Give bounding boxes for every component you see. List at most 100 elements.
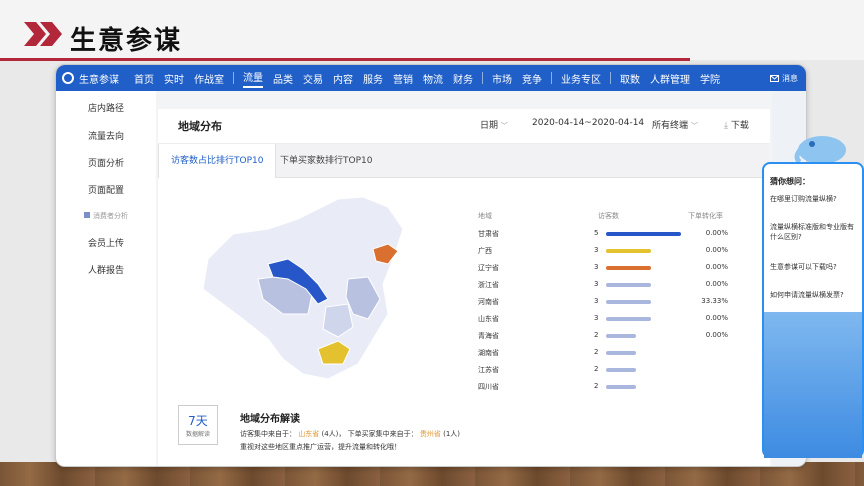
row-visitor-count: 5 <box>594 229 599 237</box>
row-visitor-count: 2 <box>594 331 599 339</box>
panel-title: 地域分布 <box>178 120 222 133</box>
date-selector[interactable]: 日期 ﹀ <box>480 118 508 131</box>
badge-caption: 数据解读 <box>185 431 210 438</box>
nav-item-realtime[interactable]: 实时 <box>164 71 184 86</box>
nav-divider <box>233 72 234 84</box>
row-province: 广西 <box>478 247 492 255</box>
date-label: 日期 <box>480 121 499 131</box>
tab-visitor-top10[interactable]: 访客数占比排行TOP10 <box>158 144 277 178</box>
nav-item-logistics[interactable]: 物流 <box>423 71 443 86</box>
row-visitor-count: 2 <box>594 382 599 390</box>
nav-item-competition[interactable]: 竞争 <box>522 71 542 86</box>
nav-item-service[interactable]: 服务 <box>363 71 383 86</box>
nav-item-marketing[interactable]: 营销 <box>393 71 413 86</box>
row-conversion-rate: 33.33% <box>701 297 728 305</box>
row-visitor-count: 2 <box>594 348 599 356</box>
mail-icon <box>770 74 779 82</box>
row-bar <box>606 283 651 287</box>
sidebar-item-page-analysis[interactable]: 页面分析 <box>56 156 156 169</box>
brand-logo[interactable]: 生意参谋 <box>62 71 119 86</box>
row-bar <box>606 368 636 372</box>
row-province: 青海省 <box>478 332 499 340</box>
double-chevron-icon <box>24 22 62 46</box>
nav-divider <box>610 72 611 84</box>
nav-item-academy[interactable]: 学院 <box>700 71 720 86</box>
app-window: 生意参谋 首页 实时 作战室 流量 品类 交易 内容 服务 营销 物流 财务 市… <box>55 64 807 467</box>
sidebar-item-crowd-report[interactable]: 人群报告 <box>56 263 156 276</box>
nav-item-content[interactable]: 内容 <box>333 71 353 86</box>
nav-item-crowd[interactable]: 人群管理 <box>650 71 690 86</box>
faq-question[interactable]: 生意参谋可以下载吗? <box>770 262 860 272</box>
row-conversion-rate: 0.00% <box>705 246 728 254</box>
faq-question[interactable]: 在哪里订购流量纵横? <box>770 194 860 204</box>
sidebar-item-store-path[interactable]: 店内路径 <box>56 101 156 114</box>
download-label: 下载 <box>730 121 749 131</box>
slide-header: 生意参谋 <box>0 0 864 61</box>
sidebar-section-consumer: 消费者分析 <box>56 211 156 221</box>
faq-title: 猜你想问： <box>770 177 810 186</box>
nav-item-category[interactable]: 品类 <box>273 71 293 86</box>
col-header-region: 地域 <box>478 212 492 220</box>
row-visitor-count: 3 <box>594 297 599 305</box>
date-range: 2020-04-14~2020-04-14 <box>532 118 645 128</box>
nav-item-traffic[interactable]: 流量 <box>243 69 263 88</box>
nav-item-home[interactable]: 首页 <box>134 71 154 86</box>
faq-question[interactable]: 如何申请流量纵横发票? <box>770 290 860 300</box>
sidebar-item-member-upload[interactable]: 会员上传 <box>56 236 156 249</box>
main-content: 地域分布 日期 ﹀ 2020-04-14~2020-04-14 所有终端 ﹀ ⤓… <box>156 91 772 466</box>
row-bar <box>606 300 651 304</box>
row-conversion-rate: 0.00% <box>705 263 728 271</box>
slide-title: 生意参谋 <box>70 26 183 56</box>
logo-icon <box>62 72 74 84</box>
nav-item-trade[interactable]: 交易 <box>303 71 323 86</box>
widget-banner <box>764 312 862 458</box>
chevron-down-icon: ﹀ <box>690 122 698 130</box>
row-bar <box>606 317 651 321</box>
nav-item-market[interactable]: 市场 <box>492 71 512 86</box>
elephant-mascot-icon <box>794 136 846 164</box>
region-panel: 地域分布 日期 ﹀ 2020-04-14~2020-04-14 所有终端 ﹀ ⤓… <box>158 109 770 466</box>
nav-divider <box>551 72 552 84</box>
analysis-title: 地域分布解读 <box>240 414 300 425</box>
terminal-label: 所有终端 <box>652 121 689 131</box>
row-visitor-count: 3 <box>594 263 599 271</box>
sidebar-item-traffic-destination[interactable]: 流量去向 <box>56 129 156 142</box>
faq-widget: 猜你想问： 在哪里订购流量纵横? 流量纵横标准版和专业版有什么区别? 生意参谋可… <box>762 162 864 458</box>
terminal-selector[interactable]: 所有终端 ﹀ <box>652 118 698 131</box>
row-province: 江苏省 <box>478 366 499 374</box>
nav-item-fetch-data[interactable]: 取数 <box>620 71 640 86</box>
faq-question[interactable]: 流量纵横标准版和专业版有什么区别? <box>770 222 860 242</box>
message-button[interactable]: 消息 <box>770 73 798 84</box>
row-province: 甘肃省 <box>478 230 499 238</box>
china-map <box>202 196 404 380</box>
sidebar-section-label: 消费者分析 <box>93 212 128 220</box>
top-buyer-province: 贵州省 <box>419 430 441 438</box>
top-buyer-count: (1人) <box>443 430 461 438</box>
nav-item-business-zone[interactable]: 业务专区 <box>561 71 601 86</box>
section-icon <box>84 212 90 218</box>
tab-buyer-top10[interactable]: 下单买家数排行TOP10 <box>268 144 384 178</box>
row-visitor-count: 2 <box>594 365 599 373</box>
col-header-visitors: 访客数 <box>598 212 619 220</box>
row-conversion-rate: 0.00% <box>705 331 728 339</box>
nav-item-finance[interactable]: 财务 <box>453 71 473 86</box>
row-conversion-rate: 0.00% <box>705 280 728 288</box>
top-visitor-count: (4人)， <box>321 430 346 438</box>
row-province: 河南省 <box>478 298 499 306</box>
analysis-prefix: 访客集中来自于： <box>240 430 296 438</box>
download-button[interactable]: ⤓ 下载 <box>724 118 749 131</box>
row-bar <box>606 385 636 389</box>
row-province: 山东省 <box>478 315 499 323</box>
row-bar <box>606 334 636 338</box>
analysis-mid: 下单买家集中来自于： <box>347 430 418 438</box>
sidebar-item-page-config[interactable]: 页面配置 <box>56 183 156 196</box>
badge-days: 7天 <box>188 414 208 428</box>
row-bar <box>606 351 636 355</box>
sidebar: 店内路径 流量去向 页面分析 页面配置 消费者分析 会员上传 人群报告 <box>56 91 156 466</box>
brand-name: 生意参谋 <box>79 74 119 86</box>
nav-item-warroom[interactable]: 作战室 <box>194 71 224 86</box>
row-visitor-count: 3 <box>594 246 599 254</box>
row-province: 湖南省 <box>478 349 499 357</box>
top-visitor-province: 山东省 <box>298 430 320 438</box>
title-underline <box>0 58 690 61</box>
